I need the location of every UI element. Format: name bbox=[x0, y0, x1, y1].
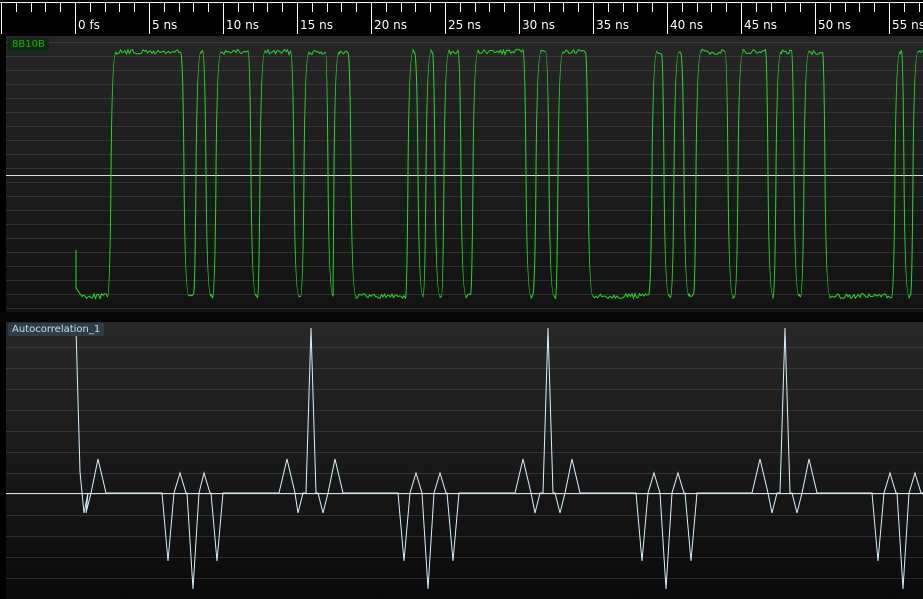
trace-8b10b bbox=[75, 48, 923, 301]
ruler-tick-label: 20 ns bbox=[374, 18, 407, 32]
waveform-8b10b bbox=[6, 42, 923, 309]
waveform-autocorrelation bbox=[6, 327, 923, 590]
channel-label-8b10b[interactable]: 8B10B bbox=[8, 38, 49, 51]
ruler-tick-label: 5 ns bbox=[152, 18, 177, 32]
panel-divider[interactable] bbox=[0, 312, 923, 322]
channel-label-autocorrelation[interactable]: Autocorrelation_1 bbox=[8, 323, 105, 336]
ruler-tick-label: 15 ns bbox=[300, 18, 333, 32]
channel-panel-autocorrelation[interactable]: Autocorrelation_1 bbox=[6, 322, 923, 599]
ruler-tick-label: 40 ns bbox=[670, 18, 703, 32]
ruler-tick-label: 35 ns bbox=[596, 18, 629, 32]
ruler-tick-label: 45 ns bbox=[744, 18, 777, 32]
ruler-tick-label: 0 fs bbox=[78, 18, 100, 32]
ruler-tick-label: 10 ns bbox=[226, 18, 259, 32]
time-ruler-ticks: 0 fs 5 ns 10 ns 15 ns 20 ns 25 ns 30 ns 35 ns 40… bbox=[0, 2, 923, 34]
time-ruler[interactable]: 0 fs 5 ns 10 ns 15 ns 20 ns 25 ns 30 ns 35 ns 40… bbox=[0, 0, 923, 36]
channel-panel-8b10b[interactable]: 8B10B bbox=[6, 36, 923, 312]
ruler-tick-label: 55 ns bbox=[892, 18, 923, 32]
trace-autocorrelation bbox=[75, 327, 923, 590]
ruler-tick-label: 25 ns bbox=[448, 18, 481, 32]
ruler-tick-label: 30 ns bbox=[522, 18, 555, 32]
ruler-tick-label: 50 ns bbox=[818, 18, 851, 32]
